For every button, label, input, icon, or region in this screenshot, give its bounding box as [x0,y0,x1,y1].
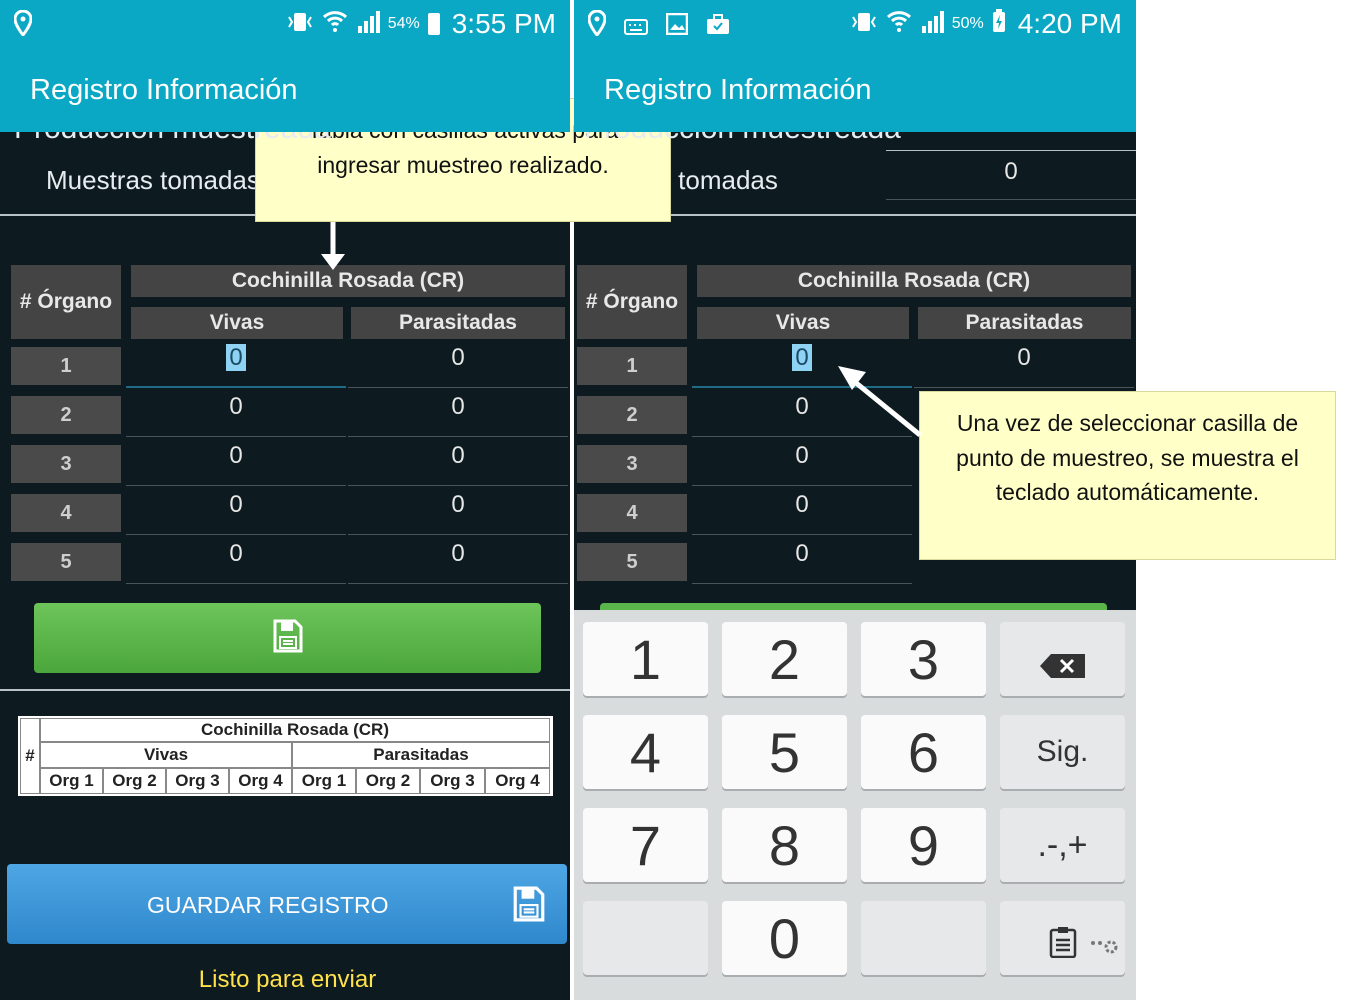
vibrate-icon [286,8,314,40]
status-bar: 54% 3:55 PM [0,0,570,52]
status-time: 3:55 PM [451,8,556,39]
vivas-input[interactable]: 0 [126,487,346,535]
row-number: 3 [577,445,687,483]
row-number: 1 [577,347,687,385]
clipboard-icon [1048,906,1078,971]
key-2[interactable]: 2 [722,622,847,696]
organo-header: # Órgano [577,265,687,339]
callout-arrow [838,366,922,437]
numeric-keyboard: 1 2 3 4 5 6 Sig. 7 8 9 .-,+ 0 [574,610,1136,1000]
settings-icon [1089,903,1119,968]
location-icon [13,9,33,43]
row-number: 2 [577,396,687,434]
row-number: 4 [11,494,121,532]
parasitadas-input[interactable]: 0 [348,438,568,486]
battery-percent: 50% [951,15,984,32]
parasitadas-input[interactable]: 0 [348,536,568,584]
gallery-icon [665,11,689,42]
status-time: 4:20 PM [1017,8,1122,39]
parasitadas-input[interactable]: 0 [348,487,568,535]
signal-icon [356,8,380,40]
parasitadas-header: Parasitadas [918,307,1131,339]
battery-charging-icon [992,8,1006,40]
summary-hash: # [20,718,40,794]
location-icon [587,9,607,43]
field-underline [886,150,1136,151]
key-5[interactable]: 5 [722,715,847,789]
save-sample-button[interactable] [34,603,541,673]
summary-table: # Cochinilla Rosada (CR) Vivas Parasitad… [18,716,553,796]
summary-title: Cochinilla Rosada (CR) [40,718,550,742]
backspace-key[interactable] [1000,622,1125,696]
blank-key[interactable] [583,901,708,975]
row-number: 5 [11,543,121,581]
vivas-input[interactable]: 0 [126,340,346,388]
wifi-icon [322,8,348,40]
row-number: 4 [577,494,687,532]
parasitadas-input[interactable]: 0 [348,389,568,437]
summary-org: Org 3 [420,768,485,794]
vivas-header: Vivas [697,307,909,339]
callout-keyboard-note: Una vez de seleccionar casilla de punto … [919,391,1336,560]
key-7[interactable]: 7 [583,808,708,882]
ready-status: Listo para enviar [198,966,377,993]
vivas-input[interactable]: 0 [126,536,346,584]
key-0[interactable]: 0 [722,901,847,975]
key-1[interactable]: 1 [583,622,708,696]
vibrate-icon [850,8,878,40]
vivas-input[interactable]: 0 [692,536,912,584]
floppy-icon [513,886,545,928]
row-number: 2 [11,396,121,434]
parasitadas-input[interactable]: 0 [348,340,568,388]
key-8[interactable]: 8 [722,808,847,882]
next-key[interactable]: Sig. [1000,715,1125,789]
floppy-icon [273,619,303,658]
app-title: Registro Información [574,52,1136,132]
key-4[interactable]: 4 [583,715,708,789]
key-9[interactable]: 9 [861,808,986,882]
key-6[interactable]: 6 [861,715,986,789]
summary-org: Org 1 [40,768,103,794]
organo-header: # Órgano [11,265,121,339]
summary-org: Org 1 [292,768,356,794]
symbols-key[interactable]: .-,+ [1000,808,1125,882]
guardar-registro-label: GUARDAR REGISTRO [147,892,389,918]
clipboard-key[interactable] [1000,901,1125,975]
battery-percent: 54% [387,15,420,32]
status-bar: 50% 4:20 PM [574,0,1136,52]
vivas-header: Vivas [131,307,343,339]
parasitadas-input[interactable]: 0 [914,340,1134,388]
parasitadas-header: Parasitadas [351,307,565,339]
summary-vivas: Vivas [40,742,292,768]
row-number: 5 [577,543,687,581]
summary-org: Org 2 [356,768,420,794]
summary-org: Org 2 [103,768,166,794]
divider [0,689,570,691]
keyboard-icon [624,11,648,42]
vivas-input[interactable]: 0 [126,389,346,437]
vivas-input[interactable]: 0 [692,438,912,486]
guardar-registro-button[interactable]: GUARDAR REGISTRO [7,864,567,944]
row-number: 1 [11,347,121,385]
wifi-icon [886,8,912,40]
summary-org: Org 3 [166,768,229,794]
vivas-input[interactable]: 0 [126,438,346,486]
blank-key[interactable] [861,901,986,975]
summary-parasitadas: Parasitadas [292,742,550,768]
signal-icon [920,8,944,40]
muestras-label: Muestras tomadas [46,165,260,195]
row-number: 3 [11,445,121,483]
briefcase-icon [706,11,730,42]
summary-org: Org 4 [229,768,292,794]
group-header: Cochinilla Rosada (CR) [697,265,1131,297]
summary-org: Org 4 [485,768,550,794]
key-3[interactable]: 3 [861,622,986,696]
muestras-input[interactable]: 0 [886,158,1136,200]
group-header: Cochinilla Rosada (CR) [131,265,565,297]
backspace-icon [1039,627,1087,692]
app-title: Registro Información [0,52,570,132]
battery-icon [427,13,440,35]
vivas-input[interactable]: 0 [692,487,912,535]
callout-arrow [321,222,345,270]
